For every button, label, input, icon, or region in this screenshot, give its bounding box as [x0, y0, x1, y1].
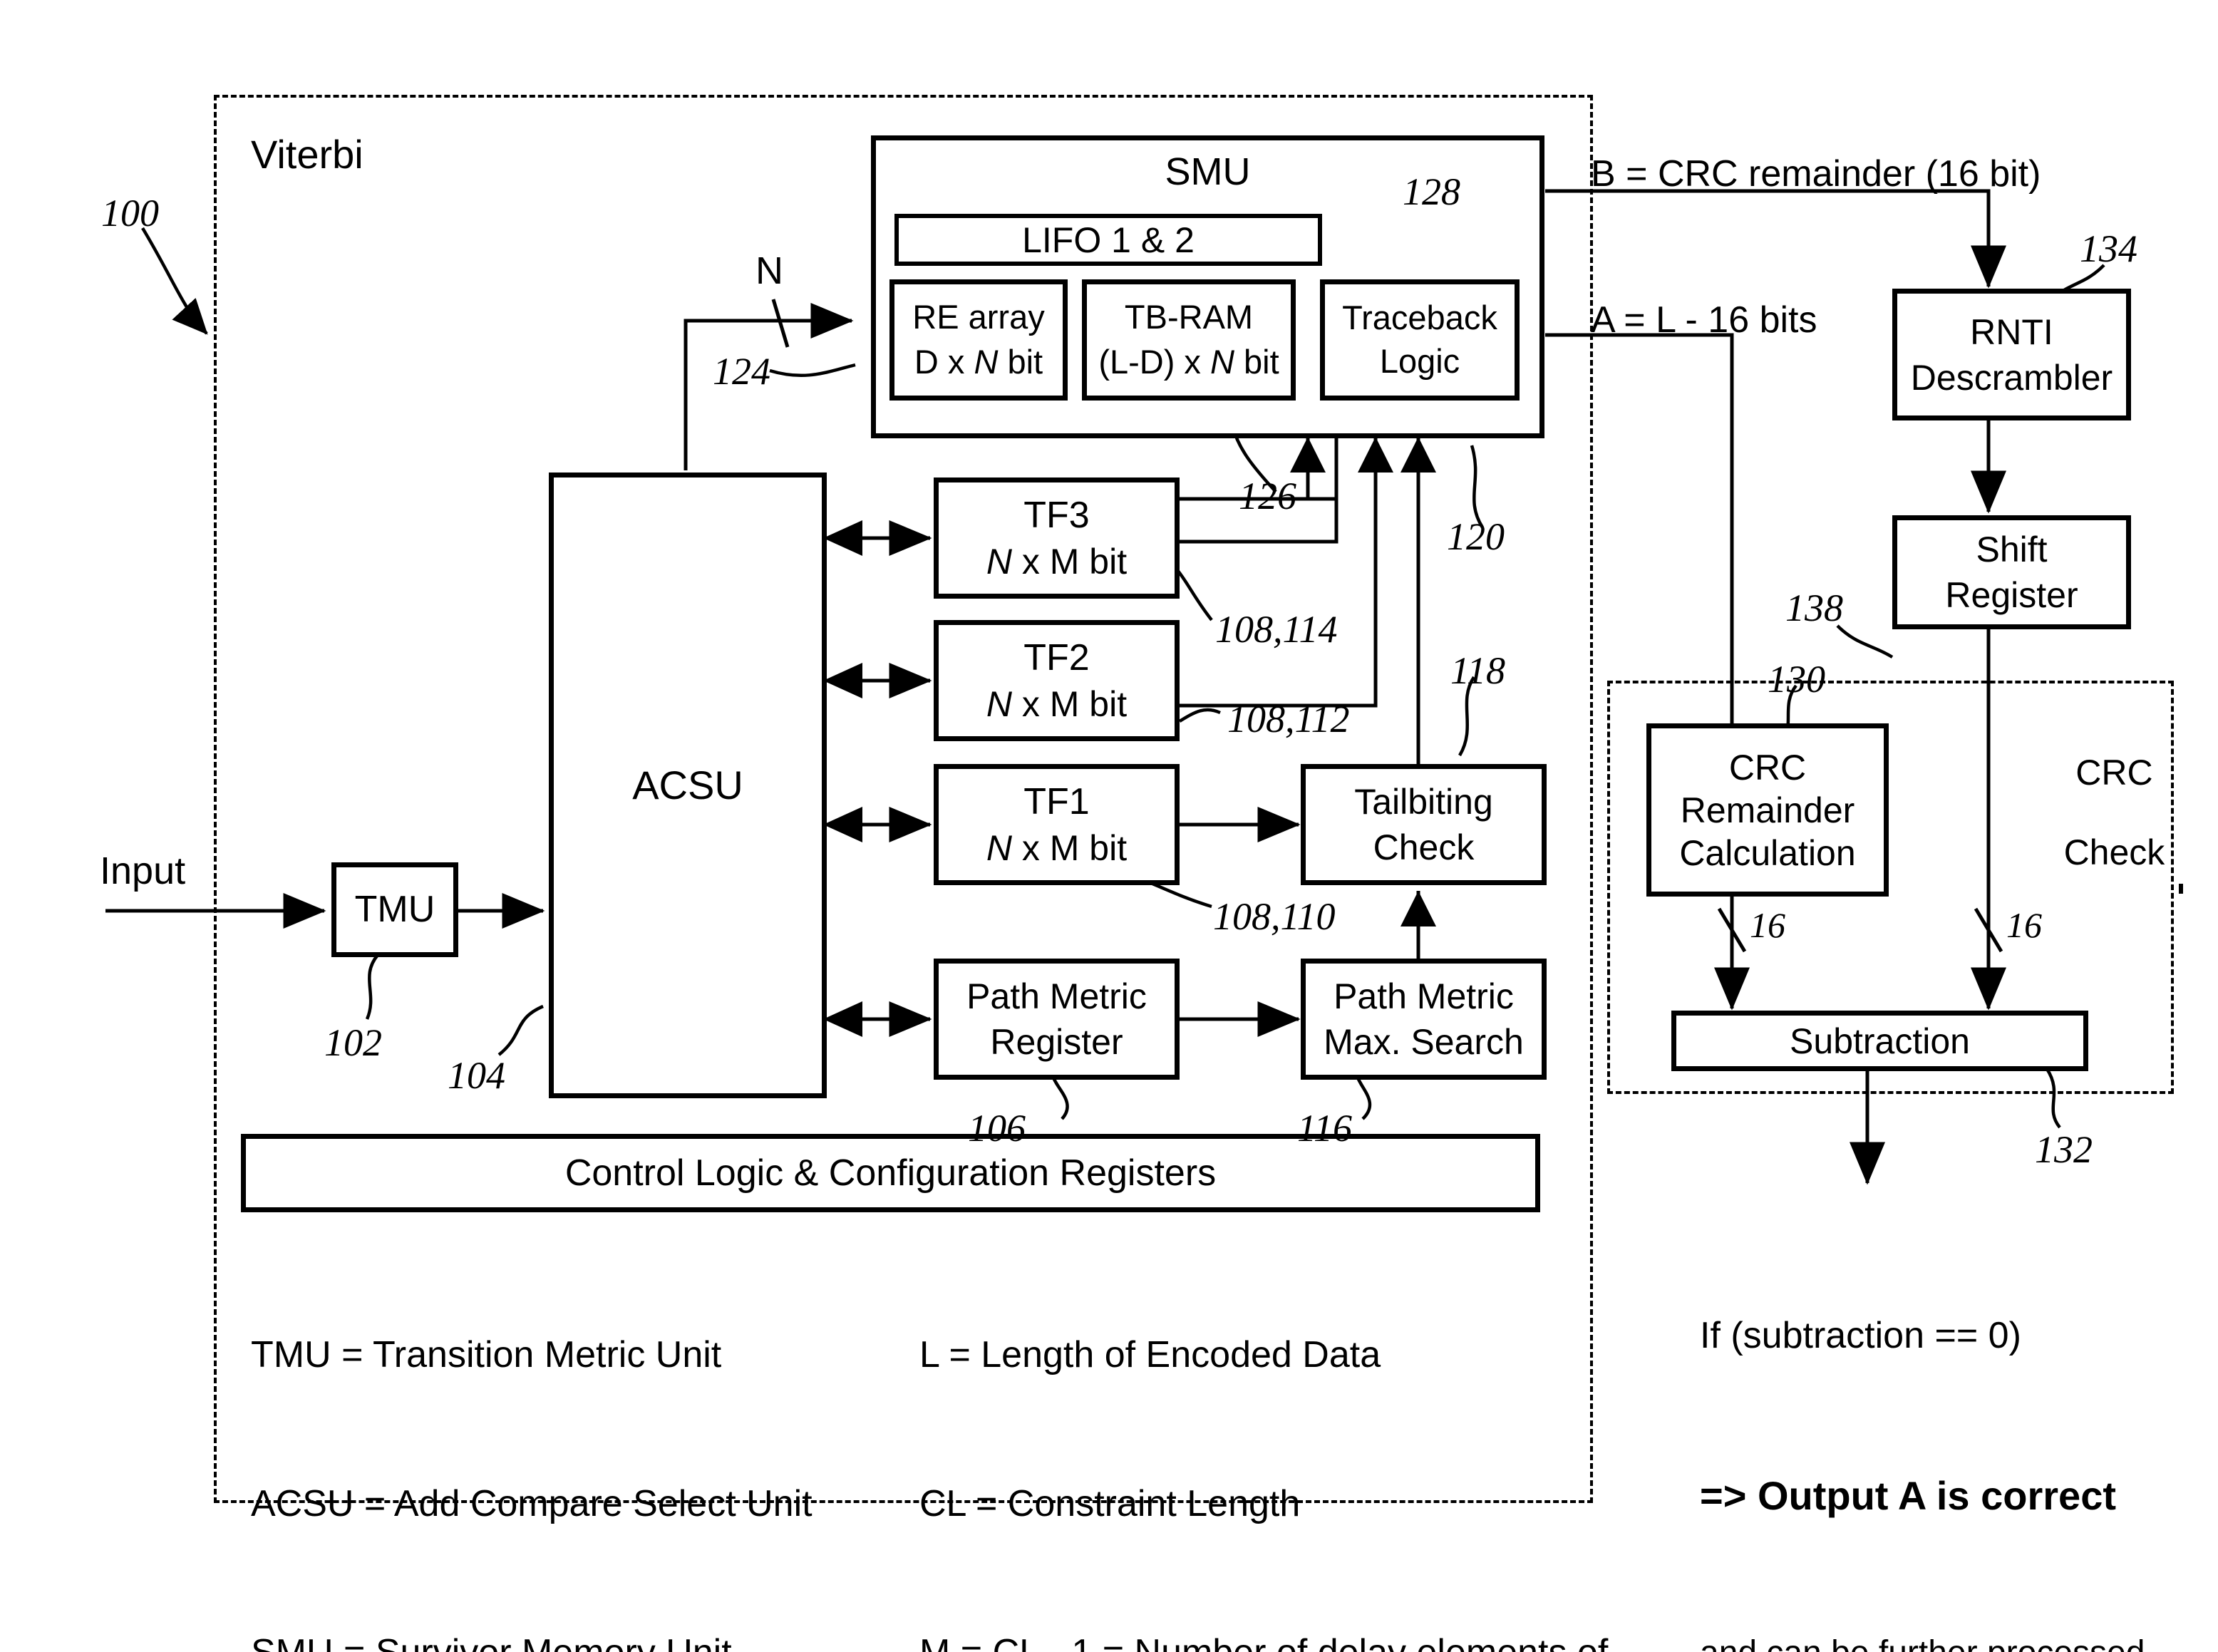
tf2-line2: N x M bit: [986, 684, 1128, 725]
shift-line2: Register: [1945, 575, 2078, 615]
legend-right-item-0: L = Length of Encoded Data: [919, 1334, 1381, 1376]
tf2-line1: TF2: [1023, 636, 1090, 678]
conclusion-line-2: => Output A is correct: [1700, 1473, 2116, 1519]
ref-116: 116: [1297, 1107, 1352, 1150]
crcrc-line2: Remainder: [1680, 790, 1855, 830]
legend-right-item-1: CL = Constraint Length: [919, 1483, 1301, 1525]
input-label: Input: [100, 850, 186, 892]
traceback-line2: Logic: [1379, 342, 1460, 380]
conclusion-line-1: If (subtraction == 0): [1700, 1314, 2021, 1356]
tailbiting-line1: Tailbiting: [1354, 782, 1493, 822]
tf1-block[interactable]: TF1 N x M bit: [934, 764, 1180, 885]
tmu-label: TMU: [354, 889, 435, 931]
b-crc-remainder-label: B = CRC remainder (16 bit): [1591, 153, 2041, 195]
rnti-descrambler-block[interactable]: RNTI Descrambler: [1892, 289, 2131, 420]
legend-left-column: TMU = Transition Metric Unit ACSU = Add …: [251, 1232, 813, 1652]
rnti-line1: RNTI: [1970, 311, 2053, 352]
viterbi-title: Viterbi: [251, 132, 363, 177]
re-array-line1: RE array: [912, 298, 1045, 336]
legend-right-column: L = Length of Encoded Data CL = Constrai…: [919, 1232, 1608, 1652]
tf1-line2: N x M bit: [986, 828, 1128, 869]
subtraction-label: Subtraction: [1790, 1021, 1970, 1061]
ref-102: 102: [324, 1021, 382, 1064]
lifo-label: LIFO 1 & 2: [1022, 220, 1195, 260]
legend-left-item-1: ACSU = Add Compare Select Unit: [251, 1483, 813, 1525]
conclusion-line-3: and can be further processed...: [1700, 1629, 2173, 1652]
crcrc-line1: CRC: [1728, 747, 1807, 788]
acsu-label: ACSU: [632, 762, 743, 807]
crcrc-line3: Calculation: [1679, 832, 1856, 873]
tmu-block[interactable]: TMU: [331, 862, 458, 957]
a-length-label: A = L - 16 bits: [1591, 299, 1817, 341]
bus-width-right-16: 16: [2006, 905, 2042, 945]
n-bus-label: N: [755, 249, 783, 292]
traceback-logic-block[interactable]: Traceback Logic: [1320, 279, 1520, 401]
ref-120: 120: [1447, 515, 1505, 558]
conclusion-text: If (subtraction == 0) => Output A is cor…: [1700, 1204, 2173, 1652]
tailbiting-check-block[interactable]: Tailbiting Check: [1301, 764, 1547, 885]
crc-check-group-label: CRC Check: [2024, 713, 2165, 912]
tf3-line1: TF3: [1023, 494, 1090, 536]
ref-126: 126: [1239, 475, 1296, 517]
ref-108-114: 108,114: [1215, 608, 1338, 651]
ref-132: 132: [2035, 1128, 2093, 1171]
subtraction-block[interactable]: Subtraction: [1671, 1011, 2088, 1071]
ref-130: 130: [1768, 658, 1825, 701]
tf3-line2: N x M bit: [986, 542, 1128, 582]
ref-108-110: 108,110: [1213, 895, 1336, 938]
crc-remainder-calculation-block[interactable]: CRC Remainder Calculation: [1646, 723, 1889, 897]
legend-right-item-2: M = CL - 1 = Number of delay elements of: [919, 1628, 1608, 1652]
tf3-block[interactable]: TF3 N x M bit: [934, 477, 1180, 599]
pmms-line1: Path Metric: [1334, 976, 1514, 1016]
diagram-canvas: SMU LIFO 1 & 2 RE array D x N bit TB-RAM…: [0, 0, 2218, 1652]
lifo-block[interactable]: LIFO 1 & 2: [894, 214, 1322, 266]
path-metric-register-block[interactable]: Path Metric Register: [934, 959, 1180, 1080]
tb-ram-block[interactable]: TB-RAM (L-D) x N bit: [1082, 279, 1296, 401]
tf1-line1: TF1: [1023, 780, 1090, 822]
crc-check-line2: Check: [2063, 832, 2165, 872]
pmr-line1: Path Metric: [966, 976, 1147, 1016]
acsu-block[interactable]: ACSU: [549, 473, 827, 1098]
ref-128: 128: [1403, 170, 1460, 213]
tb-ram-line2: (L-D) x N bit: [1098, 343, 1279, 381]
control-logic-label: Control Logic & Configuration Registers: [564, 1152, 1217, 1194]
ref-108-112: 108,112: [1227, 698, 1350, 740]
ref-106: 106: [968, 1107, 1026, 1150]
ref-138: 138: [1785, 587, 1843, 629]
tb-ram-line1: TB-RAM: [1124, 298, 1254, 336]
shift-line1: Shift: [1976, 530, 2048, 569]
legend-left-item-0: TMU = Transition Metric Unit: [251, 1334, 722, 1376]
pmms-line2: Max. Search: [1324, 1022, 1524, 1062]
bus-width-left-16: 16: [1750, 905, 1785, 945]
re-array-line2: D x N bit: [914, 343, 1043, 381]
crc-check-line1: CRC: [2075, 753, 2153, 793]
rnti-line2: Descrambler: [1910, 357, 2113, 398]
ref-104: 104: [448, 1054, 505, 1097]
legend-left-item-2: SMU = Survivor Memory Unit: [251, 1628, 813, 1652]
tf2-block[interactable]: TF2 N x M bit: [934, 620, 1180, 741]
shift-register-block[interactable]: Shift Register: [1892, 515, 2131, 629]
path-metric-max-search-block[interactable]: Path Metric Max. Search: [1301, 959, 1547, 1080]
pmr-line2: Register: [990, 1022, 1123, 1062]
ref-118: 118: [1450, 649, 1505, 692]
ref-134: 134: [2080, 227, 2137, 270]
re-array-block[interactable]: RE array D x N bit: [889, 279, 1068, 401]
smu-label: SMU: [1165, 150, 1251, 193]
tailbiting-line2: Check: [1373, 827, 1475, 867]
traceback-line1: Traceback: [1342, 299, 1497, 337]
ref-100: 100: [101, 192, 159, 234]
ref-124: 124: [713, 350, 770, 393]
